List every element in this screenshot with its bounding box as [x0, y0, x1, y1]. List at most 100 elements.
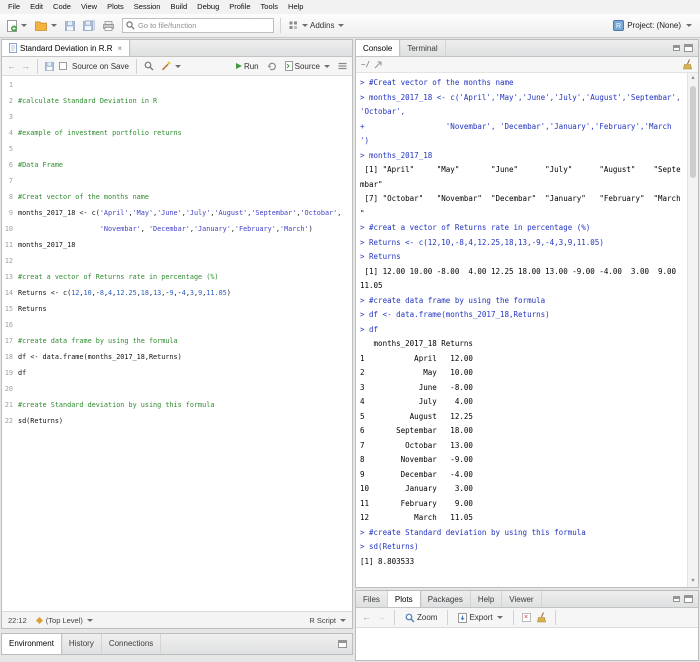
console-scrollbar[interactable]: ▲ ▼ — [687, 73, 698, 587]
maximize-pane-icon[interactable] — [684, 44, 693, 52]
run-button[interactable]: Run — [234, 60, 261, 73]
project-selector[interactable]: R Project: (None) — [613, 20, 695, 31]
console-line: 7 Octobar 13.00 — [360, 439, 685, 454]
scroll-down-icon[interactable]: ▼ — [688, 576, 698, 587]
source-button[interactable]: Source — [283, 59, 332, 73]
document-outline-icon[interactable] — [338, 62, 347, 70]
code-tools-button[interactable] — [159, 59, 183, 73]
clear-console-icon[interactable] — [683, 59, 693, 70]
tab-help[interactable]: Help — [471, 591, 502, 607]
menu-view[interactable]: View — [76, 0, 102, 14]
menu-session[interactable]: Session — [129, 0, 166, 14]
code-line[interactable]: 5 — [2, 141, 352, 157]
code-line[interactable]: 7 — [2, 173, 352, 189]
code-line[interactable]: 6#Data Frame — [2, 157, 352, 173]
clear-plots-icon[interactable] — [537, 612, 547, 623]
minimize-pane-icon[interactable] — [673, 596, 680, 602]
console-output[interactable]: > #Creat vector of the months name> mont… — [356, 73, 687, 587]
tab-plots[interactable]: Plots — [388, 591, 421, 607]
scroll-up-icon[interactable]: ▲ — [688, 73, 698, 84]
goto-file-search[interactable] — [122, 18, 274, 33]
source-on-save-checkbox[interactable] — [59, 62, 67, 70]
code-line[interactable]: 17#create data frame by using the formul… — [2, 333, 352, 349]
back-arrow-icon[interactable]: ← — [362, 613, 371, 622]
tab-viewer[interactable]: Viewer — [502, 591, 541, 607]
rerun-icon[interactable] — [267, 61, 277, 71]
scope-selector[interactable]: (Top Level) — [37, 616, 93, 625]
code-line[interactable]: 2#calculate Standard Deviation in R — [2, 93, 352, 109]
menu-build[interactable]: Build — [165, 0, 192, 14]
toolbar-separator — [280, 18, 281, 33]
code-line[interactable]: 20 — [2, 381, 352, 397]
find-replace-icon[interactable] — [144, 61, 154, 71]
scrollbar-thumb[interactable] — [690, 86, 696, 178]
save-all-button[interactable] — [81, 18, 97, 33]
menu-help[interactable]: Help — [283, 0, 308, 14]
working-directory: ~/ — [361, 60, 370, 69]
environment-pane-buttons — [338, 634, 352, 654]
back-arrow-icon[interactable]: ← — [7, 62, 16, 71]
tab-history[interactable]: History — [62, 634, 102, 654]
menu-code[interactable]: Code — [48, 0, 76, 14]
code-line[interactable]: 10 'Novembar', 'Decembar','January','Feb… — [2, 221, 352, 237]
code-line[interactable]: 8#Creat vector of the months name — [2, 189, 352, 205]
zoom-button[interactable]: Zoom — [403, 611, 439, 625]
code-line[interactable]: 3 — [2, 109, 352, 125]
editor-content[interactable]: 1 2#calculate Standard Deviation in R3 4… — [2, 76, 352, 611]
code-line[interactable]: 14Returns <- c(12,10,-8,4,12.25,18,13,-9… — [2, 285, 352, 301]
new-file-button[interactable] — [5, 18, 29, 34]
tab-terminal[interactable]: Terminal — [400, 40, 445, 56]
close-tab-icon[interactable]: × — [118, 44, 123, 53]
code-line[interactable]: 11months_2017_18 — [2, 237, 352, 253]
file-type-selector[interactable]: R Script — [309, 616, 346, 625]
export-button[interactable]: Export — [456, 611, 504, 625]
code-line[interactable]: 18df <- data.frame(months_2017_18,Return… — [2, 349, 352, 365]
maximize-pane-icon[interactable] — [338, 640, 347, 648]
code-line[interactable]: 1 — [2, 77, 352, 93]
forward-arrow-icon[interactable]: → — [21, 62, 30, 71]
code-text: #Creat vector of the months name — [18, 189, 352, 205]
maximize-pane-icon[interactable] — [684, 595, 693, 603]
print-button[interactable] — [101, 19, 116, 33]
menu-debug[interactable]: Debug — [192, 0, 224, 14]
open-working-dir-icon[interactable] — [374, 61, 382, 69]
forward-arrow-icon[interactable]: → — [377, 613, 386, 622]
addins-button[interactable]: Addins — [287, 19, 346, 32]
code-line[interactable]: 4#example of investment portfolio return… — [2, 125, 352, 141]
r-script-file-icon — [9, 43, 17, 53]
code-line[interactable]: 12 — [2, 253, 352, 269]
console-line: 'Octobar', — [360, 105, 685, 120]
line-number: 20 — [2, 381, 18, 397]
scope-label: (Top Level) — [46, 616, 83, 625]
menu-profile[interactable]: Profile — [224, 0, 255, 14]
menu-plots[interactable]: Plots — [102, 0, 129, 14]
menu-tools[interactable]: Tools — [256, 0, 284, 14]
tab-connections[interactable]: Connections — [102, 634, 161, 654]
console-line: 1 April 12.00 — [360, 352, 685, 367]
save-icon[interactable] — [45, 62, 54, 71]
open-file-button[interactable] — [33, 19, 59, 33]
remove-plot-icon[interactable]: × — [522, 613, 531, 622]
code-line[interactable]: 9months_2017_18 <- c('April','May','June… — [2, 205, 352, 221]
console-line: 10 January 3.00 — [360, 482, 685, 497]
source-tab[interactable]: Standard Deviation in R.R × — [2, 40, 130, 56]
line-number: 10 — [2, 221, 18, 237]
save-button[interactable] — [63, 19, 77, 33]
code-line[interactable]: 22sd(Returns) — [2, 413, 352, 429]
goto-file-input[interactable] — [138, 21, 270, 30]
code-line[interactable]: 21#create Standard deviation by using th… — [2, 397, 352, 413]
code-line[interactable]: 13#creat a vector of Returns rate in per… — [2, 269, 352, 285]
save-all-icon — [83, 20, 95, 31]
code-line[interactable]: 16 — [2, 317, 352, 333]
code-line[interactable]: 15Returns — [2, 301, 352, 317]
line-number: 4 — [2, 125, 18, 141]
tab-files[interactable]: Files — [356, 591, 388, 607]
menu-edit[interactable]: Edit — [25, 0, 48, 14]
tab-packages[interactable]: Packages — [421, 591, 471, 607]
menu-file[interactable]: File — [3, 0, 25, 14]
minimize-pane-icon[interactable] — [673, 45, 680, 51]
code-line[interactable]: 19df — [2, 365, 352, 381]
tab-console[interactable]: Console — [356, 40, 400, 56]
tab-environment[interactable]: Environment — [2, 634, 62, 654]
code-text — [18, 77, 352, 93]
